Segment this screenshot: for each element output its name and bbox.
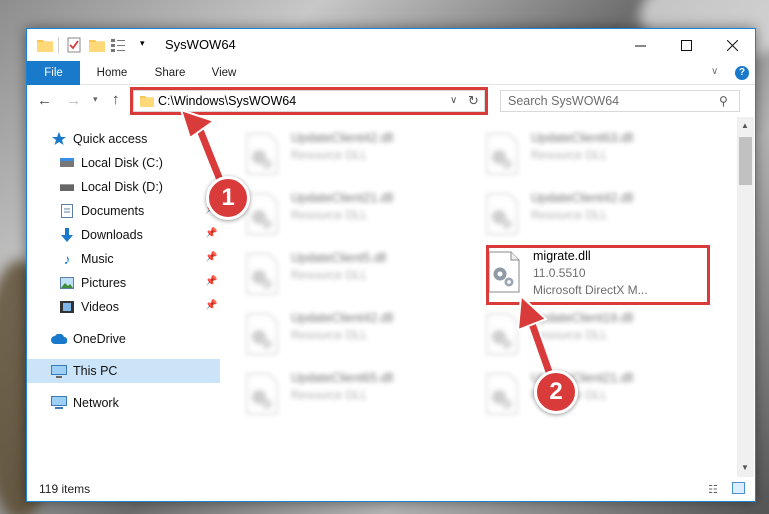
step-badge-1: 1: [206, 176, 250, 220]
annotation-arrows: [179, 108, 559, 389]
arrow-step-2: [516, 293, 559, 389]
step-badge-2: 2: [534, 370, 578, 414]
